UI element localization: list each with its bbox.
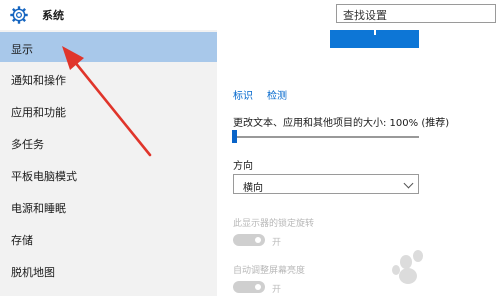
sidebar-item-notifications[interactable]: 通知和操作 xyxy=(0,63,217,93)
search-input[interactable]: 查找设置 xyxy=(336,4,496,23)
scale-slider[interactable] xyxy=(233,136,419,138)
sidebar-item-label: 多任务 xyxy=(11,138,44,151)
sidebar-item-label: 电源和睡眠 xyxy=(11,202,66,215)
lock-rotation-toggle[interactable] xyxy=(233,234,265,246)
scale-label: 更改文本、应用和其他项目的大小: 100% (推荐) xyxy=(233,118,450,129)
auto-brightness-label: 自动调整屏幕亮度 xyxy=(233,266,306,276)
sidebar-item-power-sleep[interactable]: 电源和睡眠 xyxy=(0,191,217,221)
chevron-down-icon xyxy=(403,178,414,189)
gear-icon xyxy=(10,6,28,24)
orientation-label: 方向 xyxy=(233,161,253,172)
sidebar-item-offline-maps[interactable]: 脱机地图 xyxy=(0,255,217,285)
sidebar-item-label: 脱机地图 xyxy=(11,266,55,279)
search-placeholder: 查找设置 xyxy=(343,9,387,22)
sidebar-item-label: 通知和操作 xyxy=(11,74,66,87)
title-bar: 系统 查找设置 xyxy=(0,0,502,30)
watermark-paw-icon xyxy=(392,250,423,284)
lock-rotation-label: 此显示器的锁定旋转 xyxy=(233,219,315,229)
sidebar-item-label: 应用和功能 xyxy=(11,106,66,119)
sidebar-item-multitasking[interactable]: 多任务 xyxy=(0,127,217,157)
app-title: 系统 xyxy=(42,9,64,22)
display-preview-monitor[interactable] xyxy=(330,30,419,48)
identify-link[interactable]: 标识 xyxy=(233,87,253,102)
lock-rotation-state: 开 xyxy=(272,238,282,248)
sidebar-item-display[interactable]: 显示 xyxy=(0,32,217,62)
sidebar-item-label: 平板电脑模式 xyxy=(11,170,77,183)
detect-link[interactable]: 检测 xyxy=(267,87,287,102)
sidebar-item-apps[interactable]: 应用和功能 xyxy=(0,95,217,125)
sidebar-item-storage[interactable]: 存储 xyxy=(0,223,217,253)
orientation-select[interactable]: 横向 xyxy=(233,174,419,194)
orientation-value: 横向 xyxy=(243,183,263,194)
sidebar-item-tablet-mode[interactable]: 平板电脑模式 xyxy=(0,159,217,189)
scale-slider-thumb[interactable] xyxy=(232,130,237,143)
auto-brightness-toggle[interactable] xyxy=(233,281,265,293)
auto-brightness-state: 开 xyxy=(272,285,282,295)
sidebar: 显示 通知和操作 应用和功能 多任务 平板电脑模式 电源和睡眠 存储 脱机地图 xyxy=(0,30,217,296)
sidebar-item-label: 存储 xyxy=(11,234,33,247)
sidebar-item-label: 显示 xyxy=(11,43,33,56)
